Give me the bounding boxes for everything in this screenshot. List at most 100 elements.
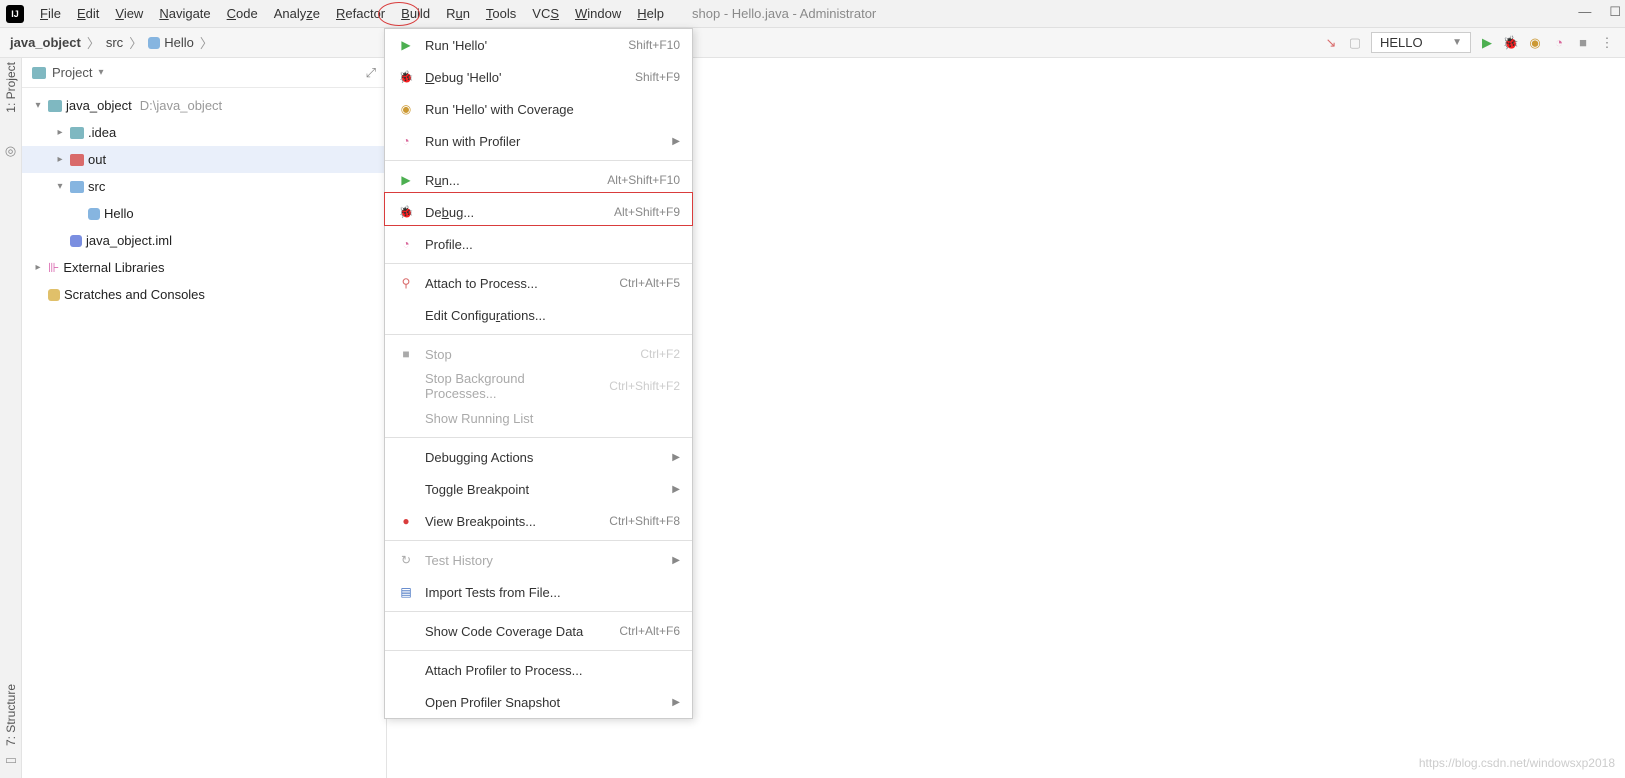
crumb-sep: 〉 [87, 33, 100, 52]
menu-edit[interactable]: Edit [69, 6, 107, 21]
dd-debug-hello[interactable]: 🐞Debug 'Hello'Shift+F9 [385, 61, 692, 93]
window-icon[interactable]: ▭ [5, 752, 17, 768]
crumb-file[interactable]: Hello [164, 35, 194, 50]
tree-iml[interactable]: java_object.iml [22, 227, 386, 254]
separator [385, 263, 692, 264]
dd-profile[interactable]: ◔Profile... [385, 228, 692, 260]
tree-scratch[interactable]: Scratches and Consoles [22, 281, 386, 308]
dd-attach[interactable]: ⚲Attach to Process...Ctrl+Alt+F5 [385, 267, 692, 299]
maximize-icon[interactable]: ☐ [1609, 4, 1621, 20]
tab-project[interactable]: 1: Project [4, 62, 18, 113]
library-icon: ⊪ [48, 260, 59, 276]
coverage-icon[interactable]: ◉ [1527, 35, 1543, 51]
dd-debug[interactable]: 🐞Debug...Alt+Shift+F9 [385, 196, 692, 228]
dd-run-hello[interactable]: ▶Run 'Hello'Shift+F10 [385, 29, 692, 61]
separator [385, 650, 692, 651]
bug-icon: 🐞 [397, 205, 415, 219]
dd-toggle-bp[interactable]: Toggle Breakpoint▶ [385, 473, 692, 505]
tree-idea[interactable]: ▸ .idea [22, 119, 386, 146]
menu-help[interactable]: Help [629, 6, 672, 21]
panel-title: Project [52, 65, 92, 80]
file-icon [70, 235, 82, 247]
select-device-icon[interactable]: ▢ [1347, 35, 1363, 51]
tree-root[interactable]: ▾ java_object D:\java_object [22, 92, 386, 119]
dd-dbg-actions[interactable]: Debugging Actions▶ [385, 441, 692, 473]
breakpoint-icon: ● [397, 514, 415, 528]
chevron-right-icon: ▶ [672, 555, 680, 566]
menu-window[interactable]: Window [567, 6, 629, 21]
run-config-select[interactable]: HELLO ▼ [1371, 32, 1471, 53]
folder-icon [70, 181, 84, 193]
menu-view[interactable]: View [107, 6, 151, 21]
main: 1: Project ◎ Project ▾ ⤢ ▾ java_object D… [0, 58, 1625, 778]
chevron-right-icon: ▶ [672, 136, 680, 147]
panel-dropdown-icon[interactable]: ▾ [98, 67, 103, 78]
left-tabs-bottom: 7: Structure ▭ [0, 684, 22, 768]
tree-extlib[interactable]: ▸⊪ External Libraries [22, 254, 386, 281]
profile-icon: ◔ [397, 237, 415, 251]
import-icon: ▤ [397, 585, 415, 599]
dd-attach-profiler[interactable]: Attach Profiler to Process... [385, 654, 692, 686]
watermark: https://blog.csdn.net/windowsxp2018 [1419, 756, 1615, 770]
menu-refactor[interactable]: Refactor [328, 6, 393, 21]
navbar: java_object 〉 src 〉 Hello 〉 ↘ ▢ HELLO ▼ … [0, 28, 1625, 58]
dd-coverage[interactable]: ◉Run 'Hello' with Coverage [385, 93, 692, 125]
dd-edit-config[interactable]: Edit Configurations... [385, 299, 692, 331]
window-title: shop - Hello.java - Administrator [692, 6, 876, 21]
chevron-right-icon: ▶ [672, 484, 680, 495]
dd-show-coverage[interactable]: Show Code Coverage DataCtrl+Alt+F6 [385, 615, 692, 647]
menu-vcs[interactable]: VCS [524, 6, 567, 21]
class-icon [148, 37, 160, 49]
coverage-icon: ◉ [397, 102, 415, 116]
history-icon: ↻ [397, 553, 415, 567]
menu-analyze[interactable]: Analyze [266, 6, 328, 21]
profile-icon[interactable]: ◔ [1551, 35, 1567, 51]
tree-out[interactable]: ▸ out [22, 146, 386, 173]
dd-stop-bg: Stop Background Processes...Ctrl+Shift+F… [385, 370, 692, 402]
menubar: IJ File Edit View Navigate Code Analyze … [0, 0, 1625, 28]
dd-run-profiler[interactable]: ◔Run with Profiler▶ [385, 125, 692, 157]
menu-tools[interactable]: Tools [478, 6, 524, 21]
tree-hello[interactable]: Hello [22, 200, 386, 227]
dd-open-profiler[interactable]: Open Profiler Snapshot▶ [385, 686, 692, 718]
project-panel: Project ▾ ⤢ ▾ java_object D:\java_object… [22, 58, 387, 778]
debug-icon[interactable]: 🐞 [1503, 35, 1519, 51]
target-icon[interactable]: ◎ [5, 143, 16, 159]
dd-show-running: Show Running List [385, 402, 692, 434]
run-icon[interactable]: ▶ [1479, 35, 1495, 51]
stop-icon[interactable]: ■ [1575, 35, 1591, 51]
menu-file[interactable]: File [32, 6, 69, 21]
scratch-icon [48, 289, 60, 301]
minimize-icon[interactable]: — [1578, 4, 1591, 20]
profile-icon: ◔ [397, 134, 415, 148]
chevron-right-icon: ▶ [672, 697, 680, 708]
crumb-project[interactable]: java_object [10, 35, 81, 50]
folder-icon [70, 154, 84, 166]
edit-tool-icon[interactable]: ↘ [1323, 35, 1339, 51]
tab-structure[interactable]: 7: Structure [4, 684, 18, 746]
crumb-src[interactable]: src [106, 35, 123, 50]
dd-stop: ■StopCtrl+F2 [385, 338, 692, 370]
menu-run[interactable]: Run [438, 6, 478, 21]
more-icon[interactable]: ⋮ [1599, 35, 1615, 51]
dropdown-icon: ▼ [1452, 37, 1462, 48]
tree-src[interactable]: ▾ src [22, 173, 386, 200]
crumb-sep: 〉 [200, 33, 213, 52]
separator [385, 334, 692, 335]
attach-icon: ⚲ [397, 276, 415, 290]
class-icon [88, 208, 100, 220]
collapse-icon[interactable]: ⤢ [366, 65, 376, 81]
crumb-sep: 〉 [129, 33, 142, 52]
folder-icon [70, 127, 84, 139]
dd-run[interactable]: ▶Run...Alt+Shift+F10 [385, 164, 692, 196]
menu-navigate[interactable]: Navigate [151, 6, 218, 21]
separator [385, 437, 692, 438]
app-icon: IJ [6, 5, 24, 23]
separator [385, 160, 692, 161]
dd-test-history: ↻Test History▶ [385, 544, 692, 576]
menu-build[interactable]: Build [393, 6, 438, 21]
dd-import-tests[interactable]: ▤Import Tests from File... [385, 576, 692, 608]
stop-icon: ■ [397, 347, 415, 361]
menu-code[interactable]: Code [219, 6, 266, 21]
dd-view-bp[interactable]: ●View Breakpoints...Ctrl+Shift+F8 [385, 505, 692, 537]
